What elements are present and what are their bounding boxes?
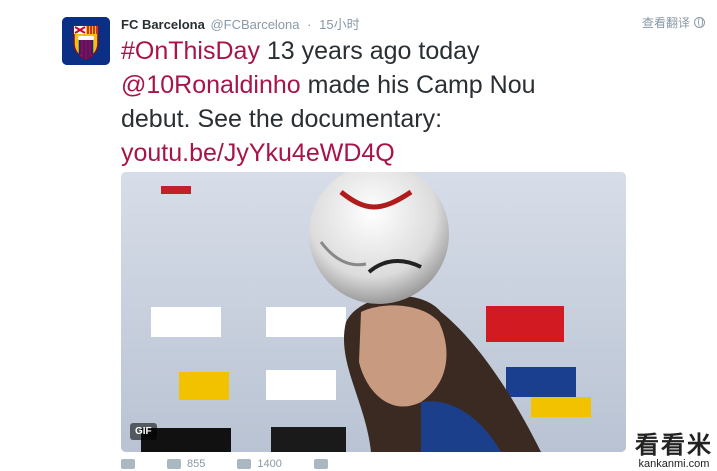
tweet[interactable]: FC Barcelona @FCBarcelona · 15小时 查看翻译 #O… <box>0 0 717 471</box>
gif-media[interactable]: GIF <box>121 172 626 452</box>
separator: · <box>307 17 312 32</box>
heart-icon <box>237 459 252 469</box>
gif-badge: GIF <box>130 423 157 440</box>
tweet-header: FC Barcelona @FCBarcelona · 15小时 查看翻译 <box>121 14 705 34</box>
url-link[interactable]: youtu.be/JyYku4eWD4Q <box>121 139 395 167</box>
hashtag-link[interactable]: #OnThisDay <box>121 37 260 65</box>
account-name[interactable]: FC Barcelona <box>121 17 205 32</box>
globe-icon <box>694 17 705 28</box>
account-handle[interactable]: @FCBarcelona <box>210 17 299 32</box>
avatar[interactable] <box>62 17 110 65</box>
mention-link[interactable]: @10Ronaldinho <box>121 71 301 99</box>
ronaldinho-gif-image <box>121 172 626 452</box>
retweet-count: 855 <box>187 458 206 470</box>
reply-button[interactable] <box>121 458 135 470</box>
watermark-logo-text: 看看米 <box>635 431 713 459</box>
timestamp[interactable]: 15小时 <box>319 17 359 32</box>
translate-label: 查看翻译 <box>641 16 690 30</box>
watermark: 看看米 kankanmi.com <box>635 425 713 470</box>
fc-barcelona-crest-icon <box>62 17 110 65</box>
tweet-text: #OnThisDay 13 years ago today @10Ronaldi… <box>121 34 591 170</box>
more-button[interactable] <box>313 458 328 470</box>
watermark-url: kankanmi.com <box>638 458 710 470</box>
like-button[interactable]: 1400 <box>237 458 282 470</box>
translate-link[interactable]: 查看翻译 <box>642 14 705 31</box>
more-icon <box>313 459 328 469</box>
retweet-icon <box>167 459 181 469</box>
tweet-actions: 855 1400 <box>121 458 360 470</box>
like-count: 1400 <box>257 458 282 470</box>
retweet-button[interactable]: 855 <box>167 458 205 470</box>
reply-icon <box>121 459 135 469</box>
tweet-text-part: 13 years ago today <box>259 37 480 65</box>
